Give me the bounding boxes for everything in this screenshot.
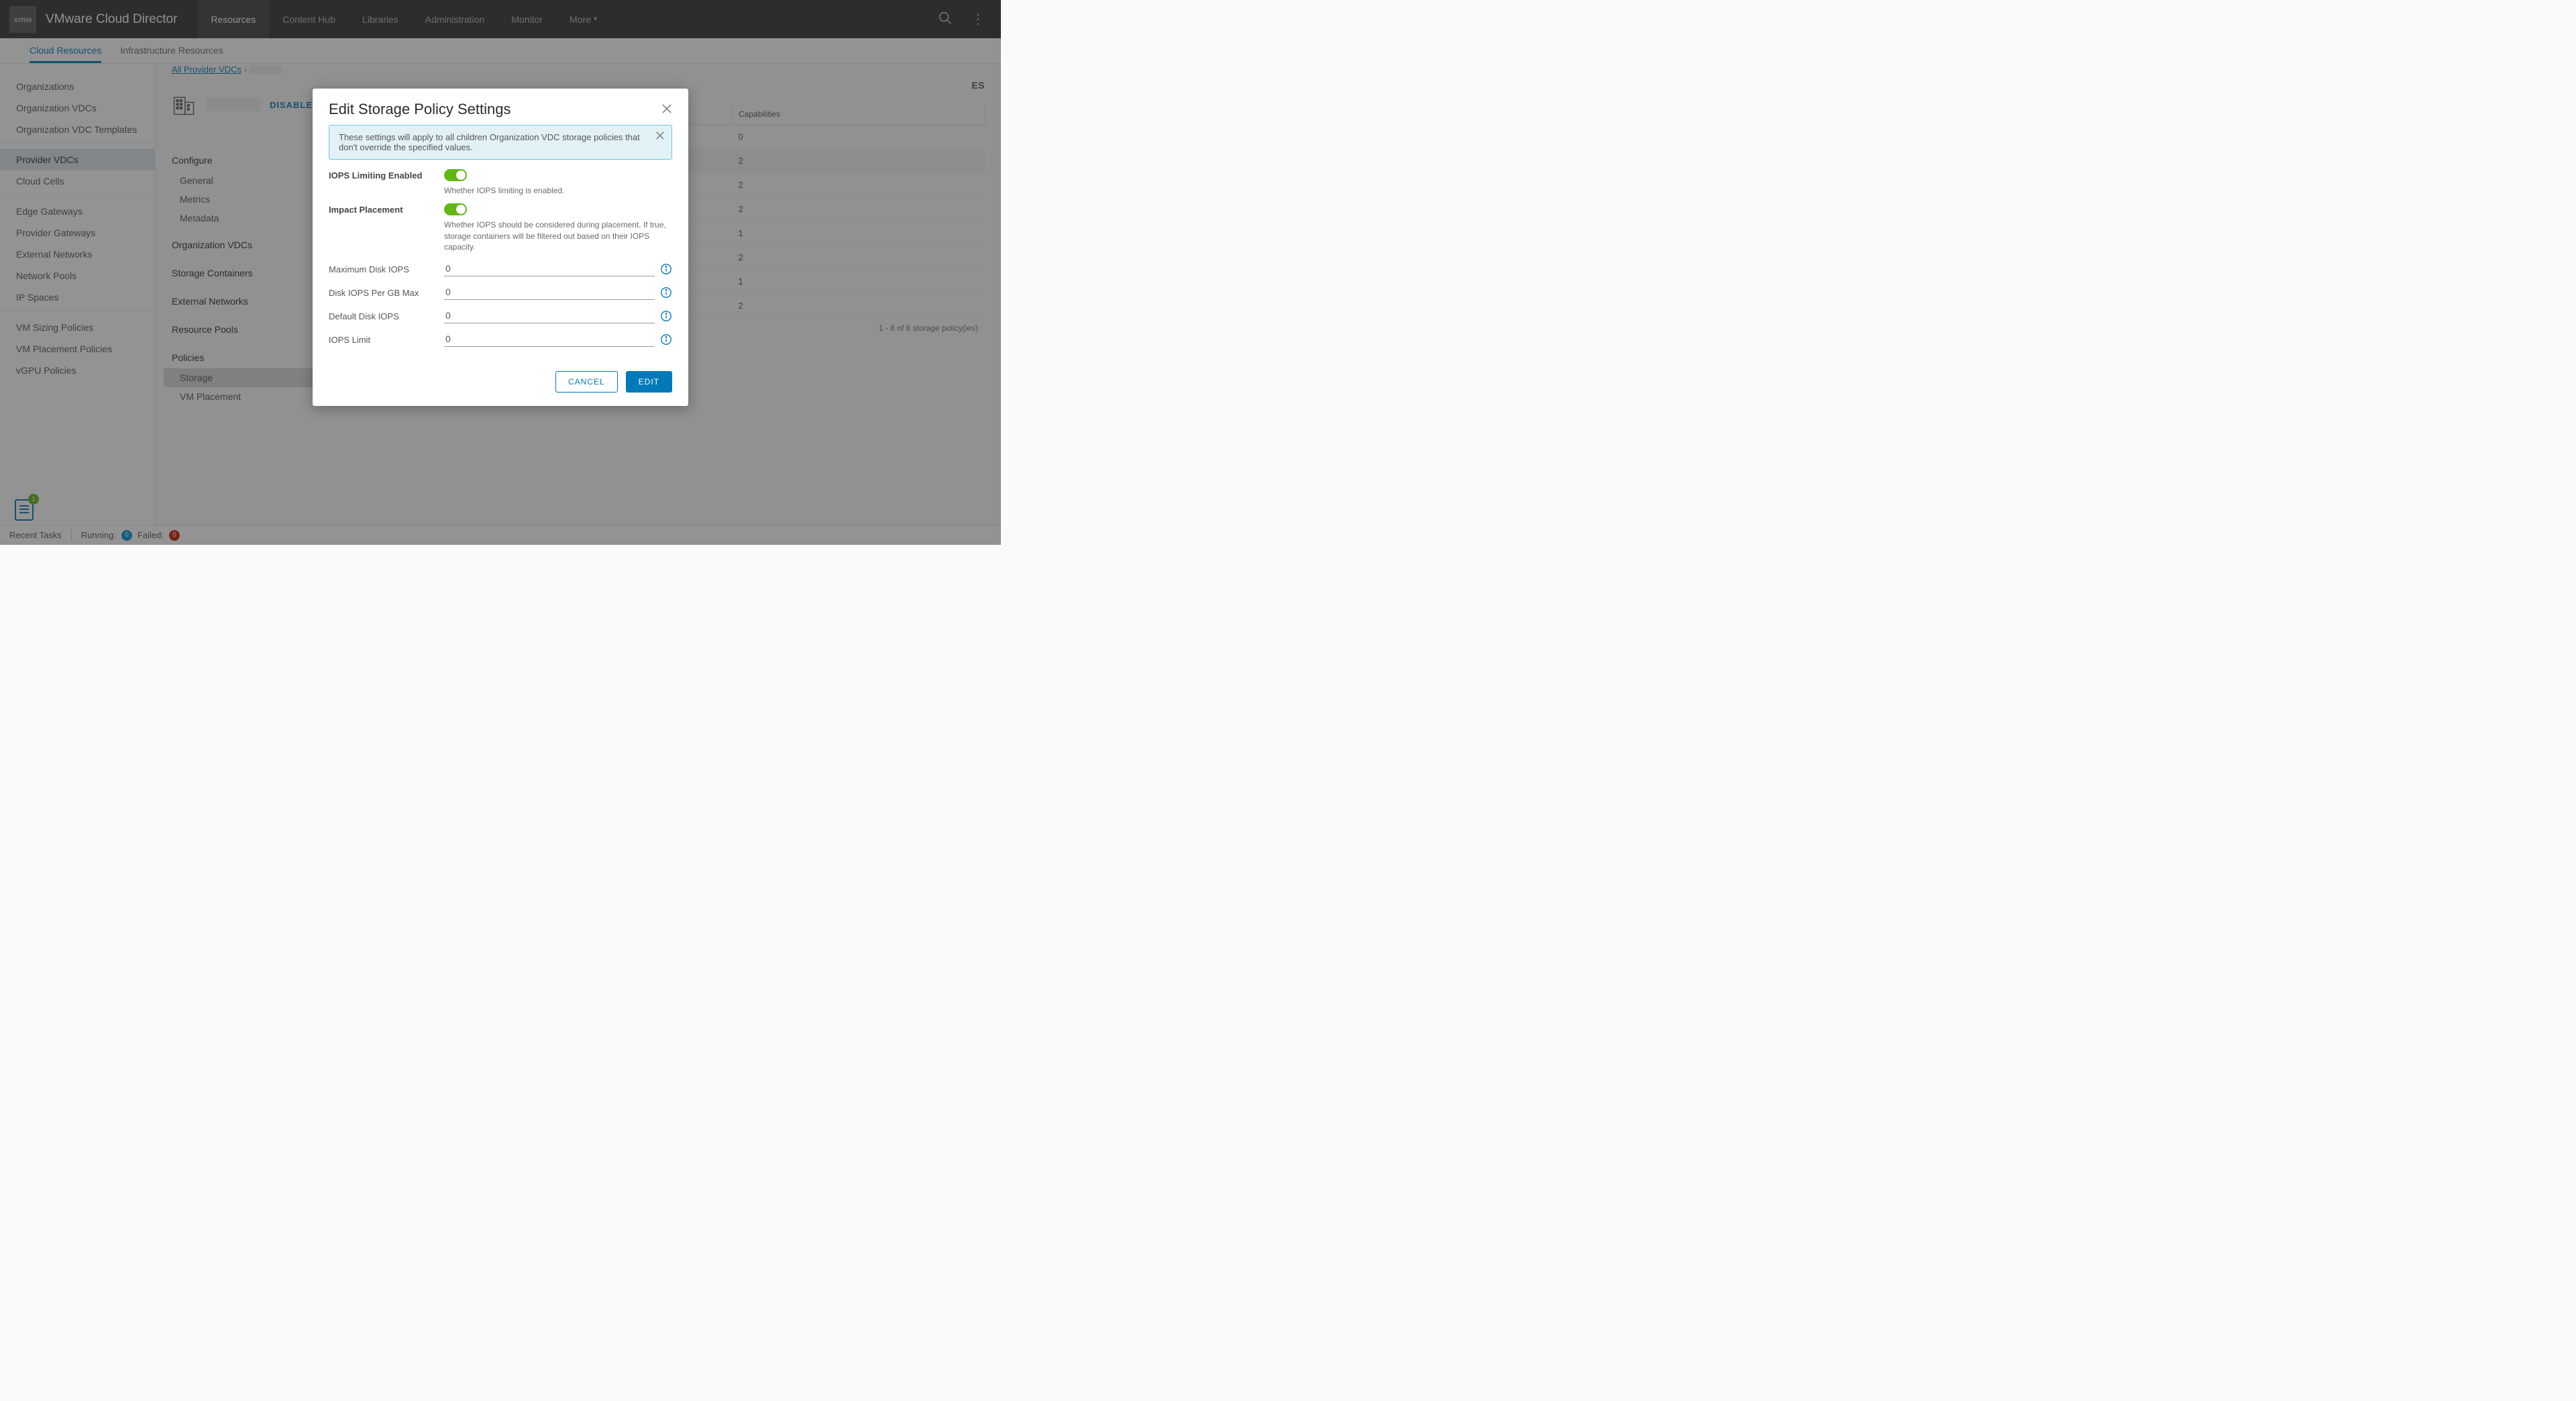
label-default-disk-iops: Default Disk IOPS bbox=[329, 310, 444, 321]
label-disk-iops-per-gb: Disk IOPS Per GB Max bbox=[329, 287, 444, 298]
info-icon[interactable] bbox=[660, 310, 672, 322]
label-impact-placement: Impact Placement bbox=[329, 203, 444, 215]
info-icon[interactable] bbox=[660, 333, 672, 346]
hint-iops-limiting: Whether IOPS limiting is enabled. bbox=[444, 185, 672, 197]
info-banner: These settings will apply to all childre… bbox=[329, 125, 672, 160]
toggle-iops-limiting[interactable] bbox=[444, 169, 467, 181]
modal-overlay[interactable]: Edit Storage Policy Settings These setti… bbox=[0, 0, 1001, 545]
label-iops-limiting: IOPS Limiting Enabled bbox=[329, 169, 444, 180]
toggle-impact-placement[interactable] bbox=[444, 203, 467, 215]
input-default-disk-iops[interactable] bbox=[444, 308, 655, 323]
label-iops-limit: IOPS Limit bbox=[329, 333, 444, 345]
modal-title: Edit Storage Policy Settings bbox=[329, 101, 661, 118]
info-icon[interactable] bbox=[660, 287, 672, 299]
info-icon[interactable] bbox=[660, 263, 672, 275]
input-iops-limit[interactable] bbox=[444, 331, 655, 347]
info-banner-text: These settings will apply to all childre… bbox=[339, 132, 640, 152]
edit-button[interactable]: EDIT bbox=[626, 371, 672, 393]
close-icon[interactable] bbox=[661, 103, 672, 116]
hint-impact-placement: Whether IOPS should be considered during… bbox=[444, 219, 672, 253]
edit-storage-policy-modal: Edit Storage Policy Settings These setti… bbox=[313, 89, 688, 406]
input-max-disk-iops[interactable] bbox=[444, 261, 655, 276]
cancel-button[interactable]: CANCEL bbox=[555, 371, 618, 393]
input-disk-iops-per-gb[interactable] bbox=[444, 284, 655, 300]
label-max-disk-iops: Maximum Disk IOPS bbox=[329, 263, 444, 274]
info-dismiss-icon[interactable] bbox=[655, 131, 665, 142]
